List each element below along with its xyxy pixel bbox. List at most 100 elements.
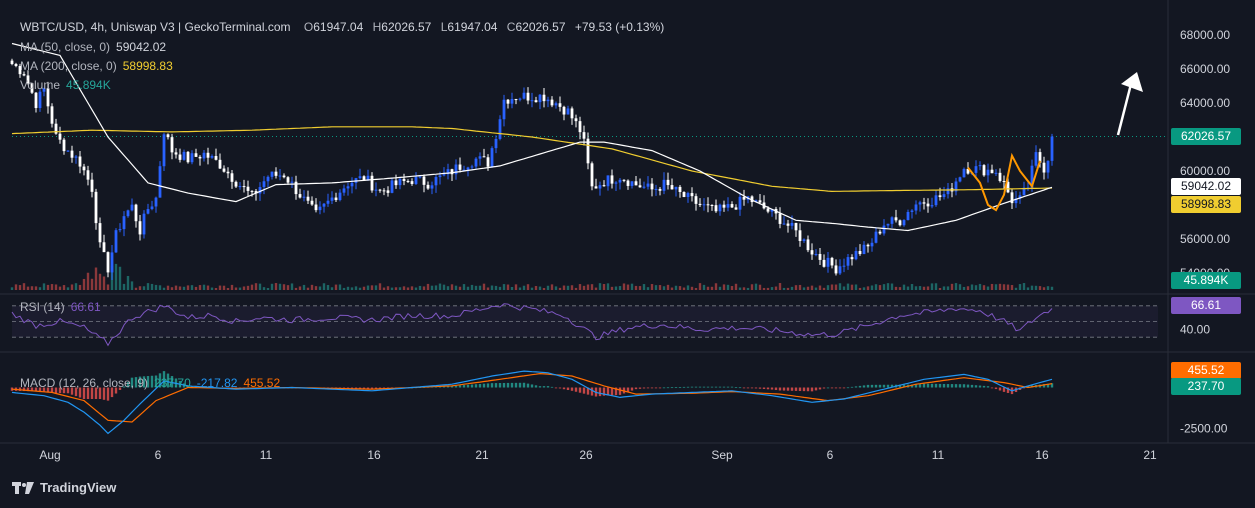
volume-bar [478,285,482,290]
macd-badge: 237.70 [1171,378,1241,395]
tradingview-chart[interactable]: 68000.0066000.0064000.0062000.0060000.00… [0,0,1255,508]
volume-bar [518,287,522,290]
macd-legend[interactable]: MACD (12, 26, close, 9) 237.70 -217.82 455.… [20,376,280,390]
volume-bar [382,287,386,290]
volume-bar [494,285,498,290]
volume-bar [726,284,730,290]
volume-bar [430,285,434,290]
volume-bar [130,281,134,290]
volume-bar [666,284,670,290]
ma200-legend[interactable]: MA (200, close, 0) 58998.83 [20,59,173,73]
macd-histogram-bar [494,383,498,388]
macd-histogram-bar [598,387,602,397]
low-value: 61947.04 [447,20,498,34]
ma200-badge: 58998.83 [1171,196,1241,213]
candle-body [838,266,842,274]
volume-bar [42,283,46,290]
volume-bar [230,284,234,290]
candle-body [886,223,890,226]
candle-body [854,251,858,260]
macd-histogram-bar [674,387,678,388]
volume-bar [258,283,262,290]
candle-body [878,231,882,234]
candle-body [554,103,558,106]
candle-body [994,172,998,174]
ma50-legend[interactable]: MA (50, close, 0) 59042.02 [20,40,166,54]
candle-body [542,94,546,102]
macd-histogram-bar [830,387,834,389]
volume-bar [178,286,182,290]
tradingview-logo[interactable]: TradingView [12,480,116,495]
volume-bar [778,283,782,290]
macd-histogram-bar [926,383,930,388]
macd-histogram-bar [958,384,962,388]
volume-bar [806,286,810,290]
candle-body [494,138,498,149]
candle-body [998,172,1002,181]
volume-bar [438,283,442,290]
macd-histogram-bar [878,384,882,388]
candle-body [310,200,314,205]
volume-bar [950,283,954,290]
volume-bar [522,285,526,290]
volume-bar [330,287,334,290]
tradingview-logo-text: TradingView [40,480,117,495]
candle-body [334,197,338,201]
candle-body [718,204,722,212]
volume-bar [830,284,834,290]
candle-body [390,180,394,193]
candle-body [802,239,806,241]
candle-body [78,156,82,167]
candle-body [826,257,830,267]
candle-body [442,174,446,176]
candle-body [154,197,158,207]
candle-body [186,151,190,163]
candle-body [934,195,938,206]
ma50-label: MA (50, close, 0) [20,40,111,54]
macd-histogram-bar [618,387,622,395]
candle-body [210,156,214,158]
macd-histogram-bar [458,385,462,388]
macd-histogram-bar [862,385,866,388]
volume-bar [578,284,582,290]
rsi-legend[interactable]: RSI (14) 66.61 [20,300,101,314]
volume-bar [386,286,390,290]
volume-bar [314,286,318,290]
candle-body [658,188,662,191]
macd-histogram-bar [550,386,554,388]
volume-legend[interactable]: Volume 45.894K [20,78,111,92]
volume-bar [798,284,802,290]
macd-histogram-bar [534,385,538,388]
candle-body [766,208,770,212]
candle-body [62,139,66,152]
volume-bar [374,285,378,290]
volume-bar [938,287,942,290]
candle-body [698,203,702,206]
macd-histogram-bar [706,386,710,388]
macd-histogram-bar [822,387,826,389]
volume-bar [794,285,798,290]
candle-body [402,178,406,182]
macd-histogram-bar [662,387,666,389]
time-axis-tick: 21 [1143,448,1157,462]
volume-bar [746,287,750,290]
candle-body [650,183,654,190]
volume-bar [30,286,34,290]
candle-body [806,239,810,251]
volume-bar [810,285,814,290]
volume-bar [142,286,146,290]
volume-bar [126,275,130,290]
macd-histogram-bar [574,387,578,392]
volume-bar [1002,284,1006,290]
change-value: +79.53 (+0.13%) [574,20,665,34]
volume-bar [710,286,714,290]
volume-bar [14,284,18,290]
candle-body [882,225,886,234]
volume-bar [390,287,394,290]
volume-bar [70,284,74,290]
volume-bar [954,283,958,290]
candle-body [858,251,862,255]
macd-histogram-bar [498,383,502,388]
candle-body [122,216,126,230]
candle-body [226,171,230,174]
